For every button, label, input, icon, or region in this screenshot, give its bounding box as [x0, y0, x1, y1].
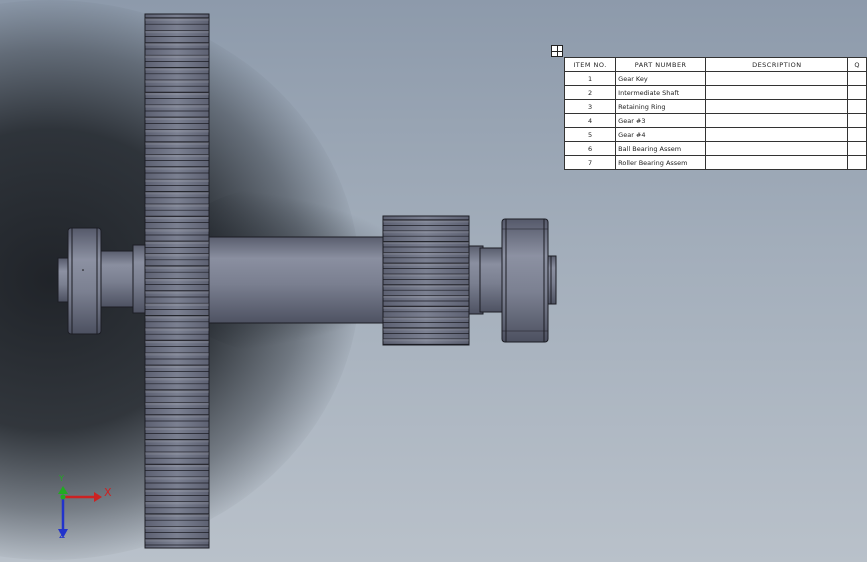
bom-description — [705, 155, 849, 170]
bill-of-materials-table[interactable]: ITEM NO. PART NUMBER DESCRIPTION Q 1 Gea… — [563, 57, 867, 170]
bom-header-description: DESCRIPTION — [705, 57, 849, 72]
bom-header-item-no: ITEM NO. — [563, 57, 617, 72]
bom-item-no: 4 — [563, 113, 617, 128]
bom-qty — [847, 141, 867, 156]
bom-part-number: Gear Key — [615, 71, 707, 86]
bom-item-no: 1 — [563, 71, 617, 86]
bom-item-no: 2 — [563, 85, 617, 100]
bom-qty — [847, 99, 867, 114]
table-row[interactable]: 5 Gear #4 — [563, 127, 867, 142]
bom-item-no: 3 — [563, 99, 617, 114]
table-row[interactable]: 7 Roller Bearing Assem — [563, 155, 867, 170]
bom-description — [705, 113, 849, 128]
bom-part-number: Intermediate Shaft — [615, 85, 707, 100]
table-row[interactable]: 4 Gear #3 — [563, 113, 867, 128]
table-move-handle-icon[interactable] — [551, 45, 563, 57]
axis-x-label: X — [104, 486, 112, 499]
table-row[interactable]: 2 Intermediate Shaft — [563, 85, 867, 100]
gear-3-large[interactable] — [144, 13, 210, 549]
bom-description — [705, 141, 849, 156]
graphics-area[interactable]: ITEM NO. PART NUMBER DESCRIPTION Q 1 Gea… — [0, 0, 867, 562]
coordinate-triad[interactable]: X Y Z — [52, 474, 122, 544]
bom-item-no: 5 — [563, 127, 617, 142]
axis-y-label: Y — [59, 474, 64, 483]
bom-description — [705, 71, 849, 86]
bom-part-number: Gear #3 — [615, 113, 707, 128]
roller-bearing-right[interactable] — [501, 218, 549, 343]
bom-header-row: ITEM NO. PART NUMBER DESCRIPTION Q — [563, 57, 867, 72]
bom-description — [705, 85, 849, 100]
bom-qty — [847, 71, 867, 86]
gear-4-small[interactable] — [382, 215, 470, 346]
axis-z-label: Z — [59, 531, 66, 541]
table-row[interactable]: 3 Retaining Ring — [563, 99, 867, 114]
bom-part-number: Roller Bearing Assem — [615, 155, 707, 170]
bom-part-number: Ball Bearing Assem — [615, 141, 707, 156]
bom-header-part-number: PART NUMBER — [615, 57, 707, 72]
table-row[interactable]: 1 Gear Key — [563, 71, 867, 86]
bom-part-number: Gear #4 — [615, 127, 707, 142]
bom-description — [705, 99, 849, 114]
table-row[interactable]: 6 Ball Bearing Assem — [563, 141, 867, 156]
ball-bearing-left[interactable] — [57, 227, 102, 335]
bom-item-no: 6 — [563, 141, 617, 156]
bom-header-qty: Q — [847, 57, 867, 72]
bom-qty — [847, 85, 867, 100]
bom-part-number: Retaining Ring — [615, 99, 707, 114]
bom-qty — [847, 127, 867, 142]
bom-description — [705, 127, 849, 142]
bom-qty — [847, 113, 867, 128]
bom-qty — [847, 155, 867, 170]
bom-item-no: 7 — [563, 155, 617, 170]
